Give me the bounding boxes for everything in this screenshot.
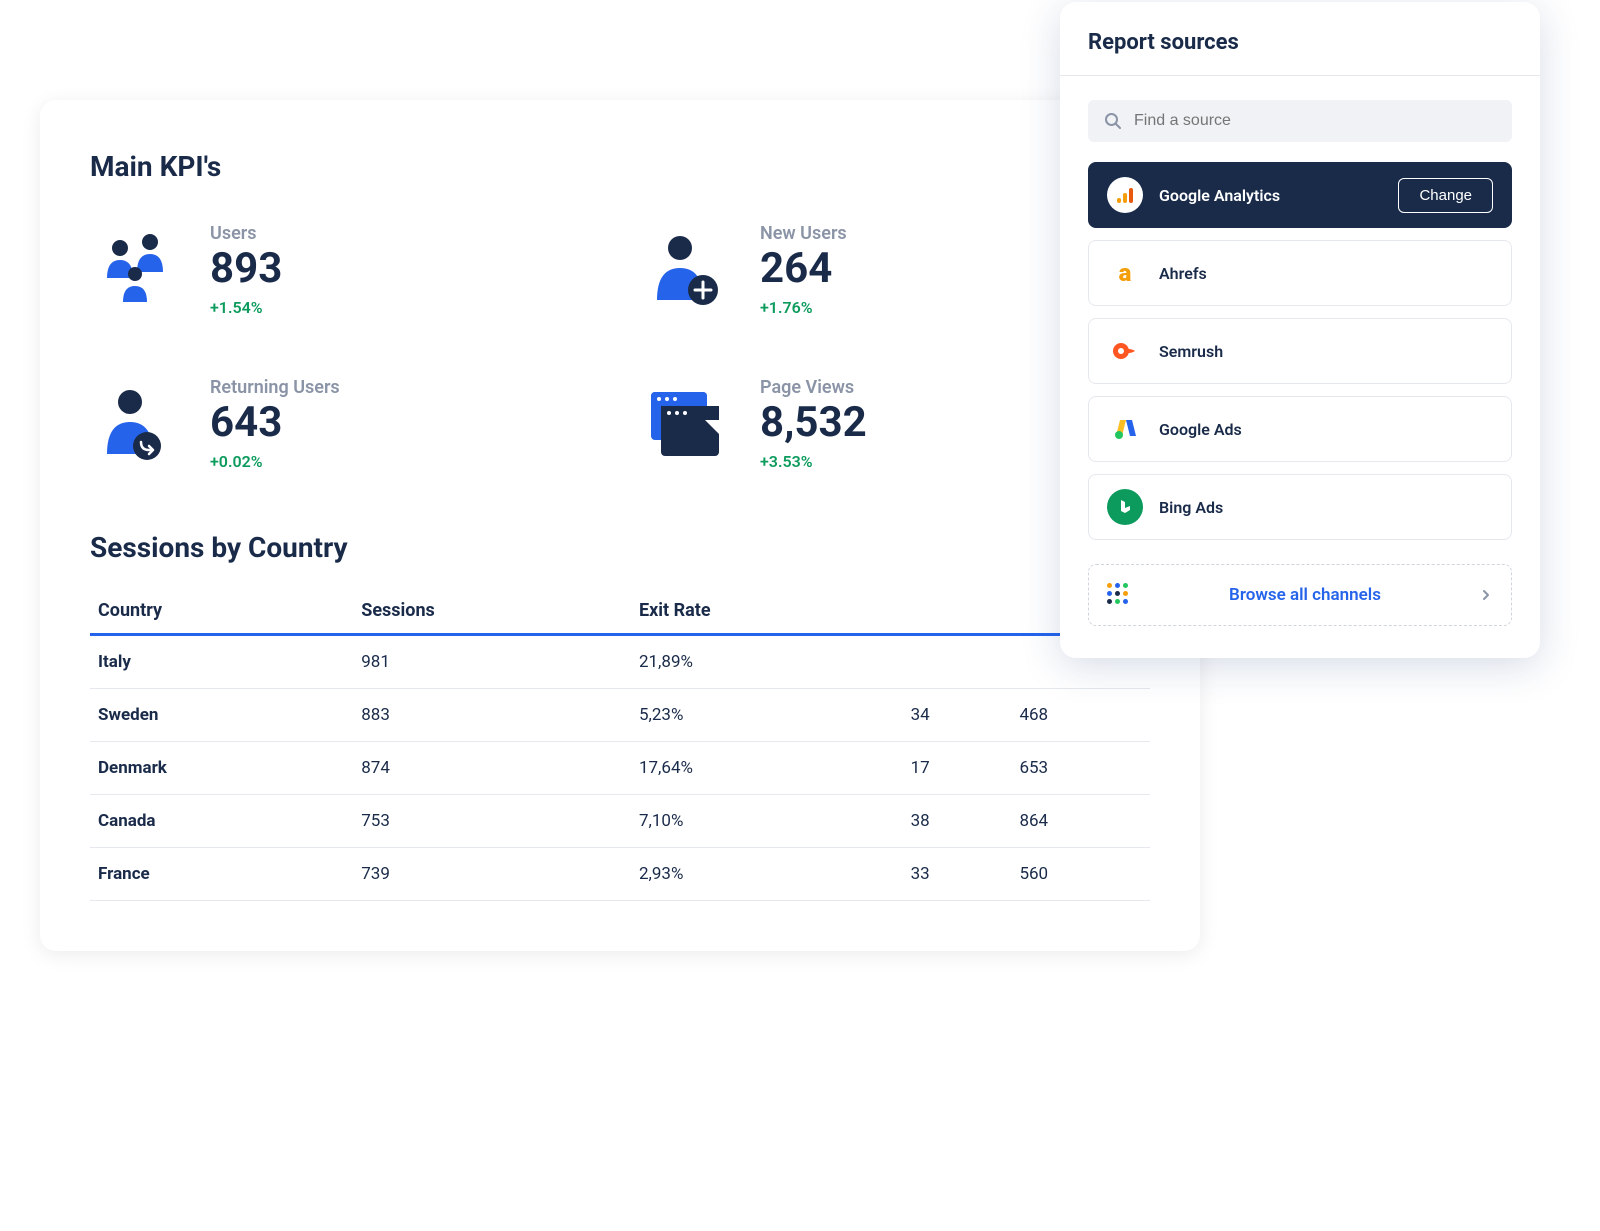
table-cell: 739 (353, 848, 631, 901)
table-cell: 7,10% (631, 795, 903, 848)
kpi-value: 8,532 (760, 402, 867, 444)
table-cell: 38 (903, 795, 1012, 848)
source-label: Semrush (1159, 342, 1493, 361)
divider (1060, 75, 1540, 76)
kpi-change: +0.02% (210, 452, 340, 471)
table-cell: 981 (353, 635, 631, 689)
kpi-value: 893 (210, 248, 282, 290)
kpi-grid: Users 893 +1.54% New Users 264 +1.76% (90, 223, 1150, 471)
table-row: France7392,93%33560 (90, 848, 1150, 901)
chevron-right-icon (1479, 588, 1493, 602)
table-cell: 653 (1011, 742, 1150, 795)
table-cell: 17,64% (631, 742, 903, 795)
kpi-label: Returning Users (210, 377, 340, 398)
table-row: Sweden8835,23%34468 (90, 689, 1150, 742)
kpi-value: 264 (760, 248, 847, 290)
table-cell: 21,89% (631, 635, 903, 689)
table-header: Sessions (353, 588, 631, 635)
kpi-value: 643 (210, 402, 340, 444)
table-cell: 468 (1011, 689, 1150, 742)
browse-all-channels-button[interactable]: Browse all channels (1088, 564, 1512, 626)
sessions-section-title: Sessions by Country (90, 531, 1150, 564)
table-cell: 753 (353, 795, 631, 848)
table-cell: 2,93% (631, 848, 903, 901)
kpi-label: Page Views (760, 377, 867, 398)
returning-users-icon (90, 379, 180, 469)
table-cell: Canada (90, 795, 353, 848)
page-views-icon (640, 379, 730, 469)
table-cell: Denmark (90, 742, 353, 795)
search-icon (1104, 112, 1122, 130)
table-cell: 5,23% (631, 689, 903, 742)
source-label: Google Ads (1159, 420, 1493, 439)
kpi-label: Users (210, 223, 282, 244)
table-row: Denmark87417,64%17653 (90, 742, 1150, 795)
table-cell: 883 (353, 689, 631, 742)
source-label: Bing Ads (1159, 498, 1493, 517)
kpi-change: +1.54% (210, 298, 282, 317)
source-item-bing-ads[interactable]: Bing Ads (1088, 474, 1512, 540)
browse-label: Browse all channels (1147, 585, 1463, 605)
kpi-users: Users 893 +1.54% (90, 223, 600, 317)
table-row: Canada7537,10%38864 (90, 795, 1150, 848)
table-cell: 560 (1011, 848, 1150, 901)
table-cell: 17 (903, 742, 1012, 795)
search-box[interactable] (1088, 100, 1512, 142)
table-header: Country (90, 588, 353, 635)
table-cell: 34 (903, 689, 1012, 742)
users-icon (90, 225, 180, 315)
source-item-ahrefs[interactable]: a Ahrefs (1088, 240, 1512, 306)
table-cell: 33 (903, 848, 1012, 901)
kpi-change: +1.76% (760, 298, 847, 317)
table-row: Italy98121,89% (90, 635, 1150, 689)
dashboard-card: Main KPI's Users 893 +1.54% (40, 100, 1200, 951)
kpi-label: New Users (760, 223, 847, 244)
change-button[interactable]: Change (1398, 178, 1493, 213)
new-users-icon (640, 225, 730, 315)
sidebar-title: Report sources (1088, 30, 1512, 55)
source-label: Google Analytics (1159, 186, 1382, 205)
sessions-table: Country Sessions Exit Rate Italy98121,89… (90, 588, 1150, 901)
table-cell: Sweden (90, 689, 353, 742)
kpi-returning-users: Returning Users 643 +0.02% (90, 377, 600, 471)
table-cell: 864 (1011, 795, 1150, 848)
source-item-semrush[interactable]: Semrush (1088, 318, 1512, 384)
kpi-change: +3.53% (760, 452, 867, 471)
table-cell: Italy (90, 635, 353, 689)
grid-icon (1107, 583, 1131, 607)
svg-text:a: a (1119, 259, 1132, 287)
table-cell (903, 635, 1012, 689)
kpi-section-title: Main KPI's (90, 150, 1150, 183)
report-sources-panel: Report sources Google Analytics Change a Ah… (1060, 2, 1540, 658)
table-header: Exit Rate (631, 588, 903, 635)
table-cell: 874 (353, 742, 631, 795)
source-label: Ahrefs (1159, 264, 1493, 283)
table-cell: France (90, 848, 353, 901)
search-input[interactable] (1134, 112, 1496, 130)
source-item-google-ads[interactable]: Google Ads (1088, 396, 1512, 462)
source-item-google-analytics[interactable]: Google Analytics Change (1088, 162, 1512, 228)
table-header (903, 588, 1012, 635)
